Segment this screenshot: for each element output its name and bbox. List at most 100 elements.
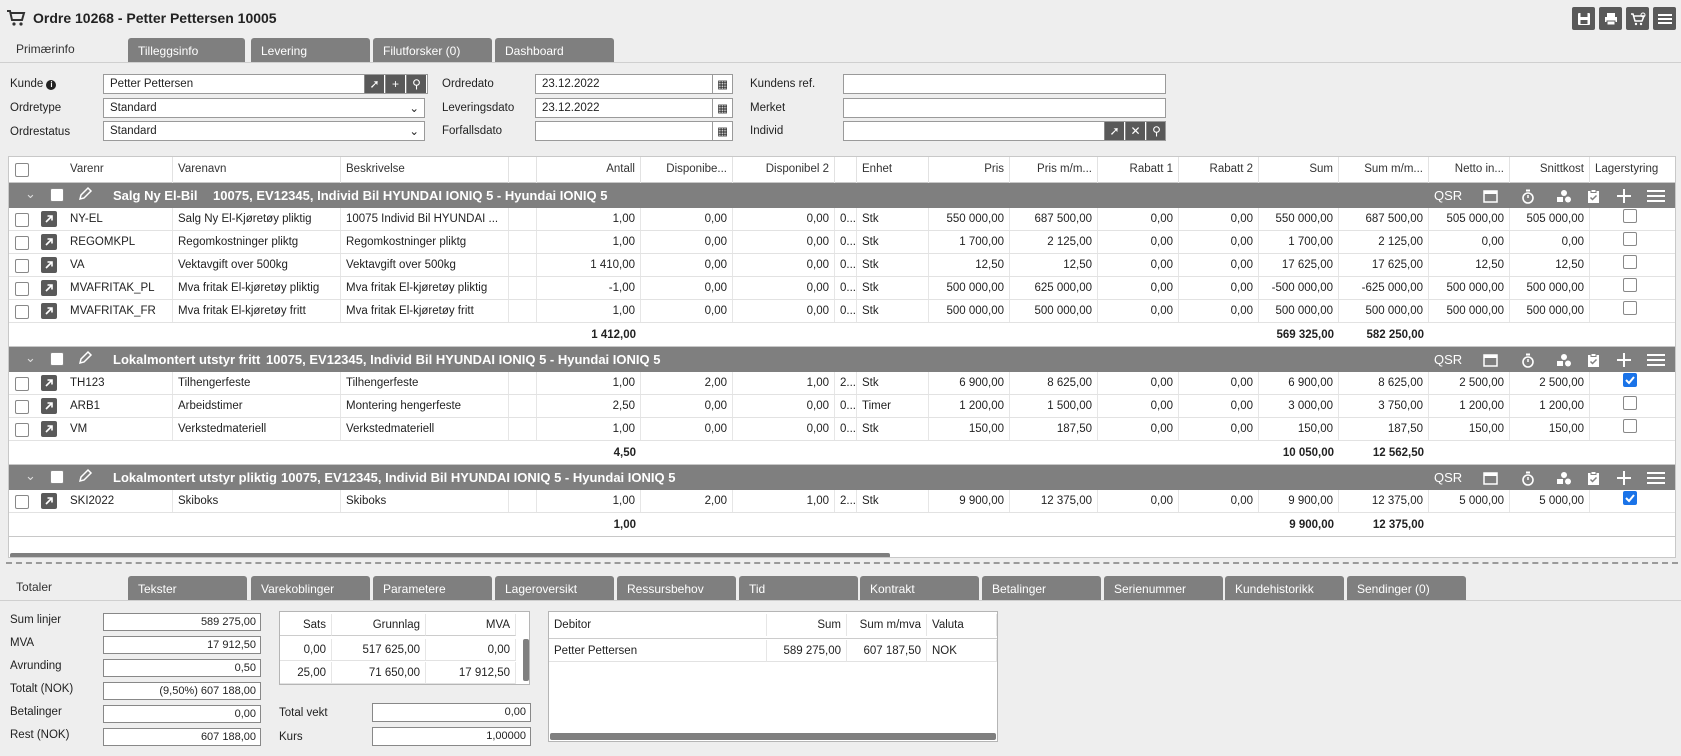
chevron-down-icon[interactable]: ⌄ xyxy=(25,350,36,366)
table-row[interactable]: VA Vektavgift over 500kg Vektavgift over 5… xyxy=(9,254,1675,277)
row-checkbox[interactable] xyxy=(15,305,29,319)
clipboard-check-icon[interactable] xyxy=(1587,468,1600,488)
lagerstyring-checkbox[interactable] xyxy=(1623,373,1637,387)
forfallsdato-field[interactable]: ▦ xyxy=(535,121,733,141)
calendar-icon[interactable]: ▦ xyxy=(712,75,732,93)
stopwatch-icon[interactable] xyxy=(1521,186,1535,206)
row-checkbox[interactable] xyxy=(15,400,29,414)
col-sum-mm[interactable]: Sum m/m... xyxy=(1339,157,1429,183)
open-line-button[interactable] xyxy=(41,493,57,509)
ordredato-field[interactable]: 23.12.2022 ▦ xyxy=(535,74,733,94)
col-rabatt-1[interactable]: Rabatt 1 xyxy=(1098,157,1179,183)
pencil-icon[interactable] xyxy=(77,186,93,205)
tab-primaerinfo[interactable]: Primærinfo xyxy=(6,38,122,62)
individ-goto-button[interactable]: ➚ xyxy=(1104,122,1124,140)
calendar-add-icon[interactable] xyxy=(1483,186,1499,206)
group-checkbox[interactable] xyxy=(50,470,64,484)
hamburger-icon[interactable] xyxy=(1647,186,1665,206)
row-checkbox[interactable] xyxy=(15,213,29,227)
col-varenavn[interactable]: Varenavn xyxy=(173,157,341,183)
tab-lageroversikt[interactable]: Lageroversikt xyxy=(495,576,614,601)
table-row[interactable]: ARB1 Arbeidstimer Montering hengerfeste 2,5… xyxy=(9,395,1675,418)
qsr-button[interactable]: QSR xyxy=(1434,188,1462,203)
chevron-down-icon[interactable]: ⌄ xyxy=(25,186,36,202)
plus-icon[interactable] xyxy=(1617,350,1631,370)
ordrestatus-select[interactable]: Standard ⌄ xyxy=(103,121,425,141)
qsr-button[interactable]: QSR xyxy=(1434,352,1462,367)
col-sum[interactable]: Sum xyxy=(1259,157,1339,183)
tab-serienummer[interactable]: Serienummer xyxy=(1104,576,1223,601)
open-line-button[interactable] xyxy=(41,398,57,414)
cart-settings-button[interactable] xyxy=(1626,7,1649,30)
table-row[interactable]: MVAFRITAK_FR Mva fritak El-kjøretøy fritt… xyxy=(9,300,1675,323)
clipboard-check-icon[interactable] xyxy=(1587,186,1600,206)
select-all-checkbox[interactable] xyxy=(15,163,29,177)
kunde-goto-button[interactable]: ➚ xyxy=(364,75,384,93)
tab-tekster[interactable]: Tekster xyxy=(128,576,247,601)
stopwatch-icon[interactable] xyxy=(1521,468,1535,488)
open-line-button[interactable] xyxy=(41,421,57,437)
open-line-button[interactable] xyxy=(41,234,57,250)
tab-totaler[interactable]: Totaler xyxy=(6,576,122,601)
print-button[interactable] xyxy=(1599,7,1622,30)
lagerstyring-checkbox[interactable] xyxy=(1623,278,1637,292)
calendar-add-icon[interactable] xyxy=(1483,350,1499,370)
kundens-ref-field[interactable] xyxy=(843,74,1166,94)
col-netto[interactable]: Netto in... xyxy=(1429,157,1510,183)
menu-button[interactable] xyxy=(1653,7,1676,30)
hamburger-icon[interactable] xyxy=(1647,350,1665,370)
table-row[interactable]: NY-EL Salg Ny El-Kjøretøy pliktig 10075 In… xyxy=(9,208,1675,231)
clipboard-check-icon[interactable] xyxy=(1587,350,1600,370)
lagerstyring-checkbox[interactable] xyxy=(1623,491,1637,505)
lagerstyring-checkbox[interactable] xyxy=(1623,232,1637,246)
col-pris-mm[interactable]: Pris m/m... xyxy=(1010,157,1098,183)
open-line-button[interactable] xyxy=(41,280,57,296)
tab-parametere[interactable]: Parametere xyxy=(373,576,492,601)
open-line-button[interactable] xyxy=(41,211,57,227)
col-beskrivelse[interactable]: Beskrivelse xyxy=(341,157,509,183)
pencil-icon[interactable] xyxy=(77,350,93,369)
kunde-field[interactable]: Petter Pettersen ➚ + ⚲ xyxy=(103,74,428,94)
tab-ressursbehov[interactable]: Ressursbehov xyxy=(617,576,736,601)
col-antall[interactable]: Antall xyxy=(537,157,641,183)
horizontal-scrollbar[interactable] xyxy=(10,553,890,557)
row-checkbox[interactable] xyxy=(15,377,29,391)
tab-kundehistorikk[interactable]: Kundehistorikk xyxy=(1225,576,1344,601)
col-disponibel-2[interactable]: Disponibel 2 xyxy=(733,157,835,183)
kunde-search-button[interactable]: ⚲ xyxy=(406,75,426,93)
tab-filutforsker[interactable]: Filutforsker (0) xyxy=(373,38,492,62)
table-row[interactable]: VM Verkstedmateriell Verkstedmateriell 1,00… xyxy=(9,418,1675,441)
row-checkbox[interactable] xyxy=(15,282,29,296)
group-checkbox[interactable] xyxy=(50,352,64,366)
leveringsdato-field[interactable]: 23.12.2022 ▦ xyxy=(535,98,733,118)
row-checkbox[interactable] xyxy=(15,236,29,250)
save-button[interactable] xyxy=(1572,7,1595,30)
lagerstyring-checkbox[interactable] xyxy=(1623,209,1637,223)
col-lagerstyring[interactable]: Lagerstyring xyxy=(1590,157,1675,183)
tab-dashboard[interactable]: Dashboard xyxy=(495,38,614,62)
lagerstyring-checkbox[interactable] xyxy=(1623,396,1637,410)
qsr-button[interactable]: QSR xyxy=(1434,470,1462,485)
pencil-icon[interactable] xyxy=(77,468,93,487)
calendar-icon[interactable]: ▦ xyxy=(712,122,732,140)
calendar-icon[interactable]: ▦ xyxy=(712,99,732,117)
col-snittkost[interactable]: Snittkost xyxy=(1510,157,1590,183)
shapes-icon[interactable] xyxy=(1556,468,1572,488)
tab-sendinger-0[interactable]: Sendinger (0) xyxy=(1347,576,1466,601)
debtor-scrollbar[interactable] xyxy=(550,733,996,740)
ordretype-select[interactable]: Standard ⌄ xyxy=(103,98,425,118)
calendar-add-icon[interactable] xyxy=(1483,468,1499,488)
open-line-button[interactable] xyxy=(41,257,57,273)
group-checkbox[interactable] xyxy=(50,188,64,202)
lagerstyring-checkbox[interactable] xyxy=(1623,301,1637,315)
shapes-icon[interactable] xyxy=(1556,186,1572,206)
tab-tid[interactable]: Tid xyxy=(739,576,858,601)
panel-splitter[interactable] xyxy=(6,562,1678,564)
col-disponibel-1[interactable]: Disponibe... xyxy=(641,157,733,183)
plus-icon[interactable] xyxy=(1617,186,1631,206)
row-checkbox[interactable] xyxy=(15,423,29,437)
col-enhet[interactable]: Enhet xyxy=(857,157,929,183)
lagerstyring-checkbox[interactable] xyxy=(1623,419,1637,433)
lagerstyring-checkbox[interactable] xyxy=(1623,255,1637,269)
col-rabatt-2[interactable]: Rabatt 2 xyxy=(1179,157,1259,183)
